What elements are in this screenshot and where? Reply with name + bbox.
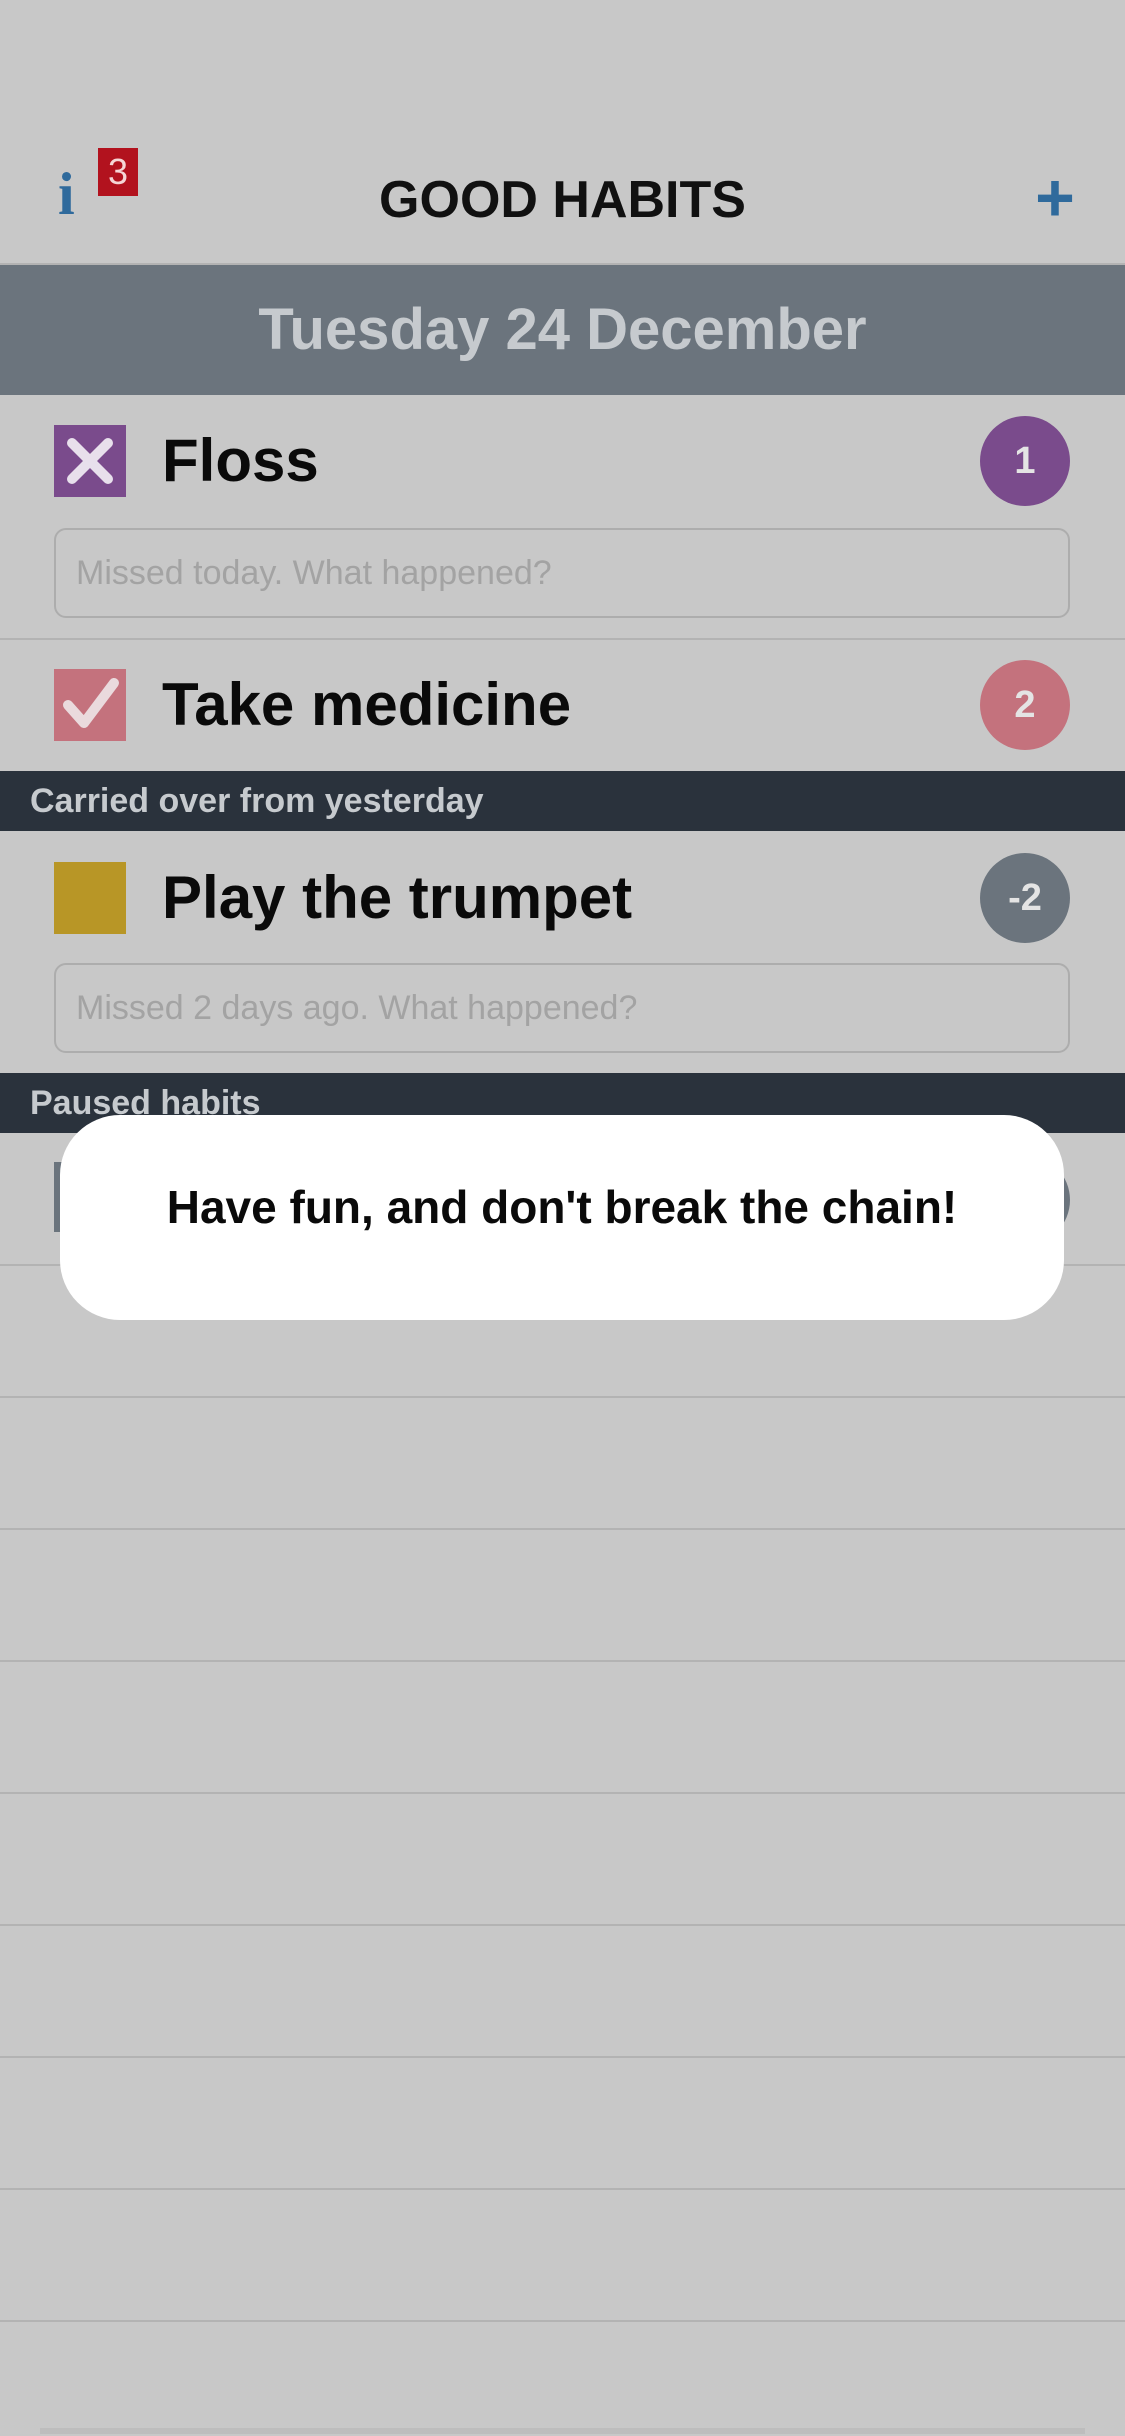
habit-label-play-the-trumpet[interactable]: Play the trumpet bbox=[162, 862, 632, 934]
toast[interactable]: Have fun, and don't break the chain! bbox=[60, 1115, 1064, 1320]
plus-icon[interactable]: + bbox=[1030, 164, 1080, 232]
habit-checkbox-take-medicine[interactable] bbox=[54, 669, 126, 741]
streak-badge-take-medicine: 2 bbox=[980, 660, 1070, 750]
row-divider bbox=[0, 1396, 1125, 1398]
status-bar bbox=[0, 0, 1125, 130]
row-divider bbox=[0, 1660, 1125, 1662]
toast-message: Have fun, and don't break the chain! bbox=[166, 1181, 958, 1233]
habit-label-floss[interactable]: Floss bbox=[162, 425, 319, 497]
section-header-carried-over: Carried over from yesterday bbox=[0, 771, 1125, 831]
row-divider bbox=[0, 2056, 1125, 2058]
row-divider bbox=[0, 2320, 1125, 2322]
row-divider bbox=[0, 638, 1125, 640]
check-icon bbox=[63, 678, 119, 728]
row-divider bbox=[0, 2188, 1125, 2190]
streak-badge-play-the-trumpet: -2 bbox=[980, 853, 1070, 943]
page-title: GOOD HABITS bbox=[379, 171, 746, 229]
x-icon bbox=[67, 438, 113, 484]
date-header: Tuesday 24 December bbox=[0, 265, 1125, 395]
habit-checkbox-floss[interactable] bbox=[54, 425, 126, 497]
row-divider bbox=[0, 1528, 1125, 1530]
home-indicator[interactable] bbox=[40, 2428, 1085, 2434]
habit-checkbox-play-the-trumpet[interactable] bbox=[54, 862, 126, 934]
row-divider bbox=[0, 1924, 1125, 1926]
streak-badge-floss: 1 bbox=[980, 416, 1070, 506]
missed-note-input-floss[interactable]: Missed today. What happened? bbox=[54, 528, 1070, 618]
habit-label-take-medicine[interactable]: Take medicine bbox=[162, 669, 571, 741]
row-divider bbox=[0, 1792, 1125, 1794]
missed-note-input-play-the-trumpet[interactable]: Missed 2 days ago. What happened? bbox=[54, 963, 1070, 1053]
